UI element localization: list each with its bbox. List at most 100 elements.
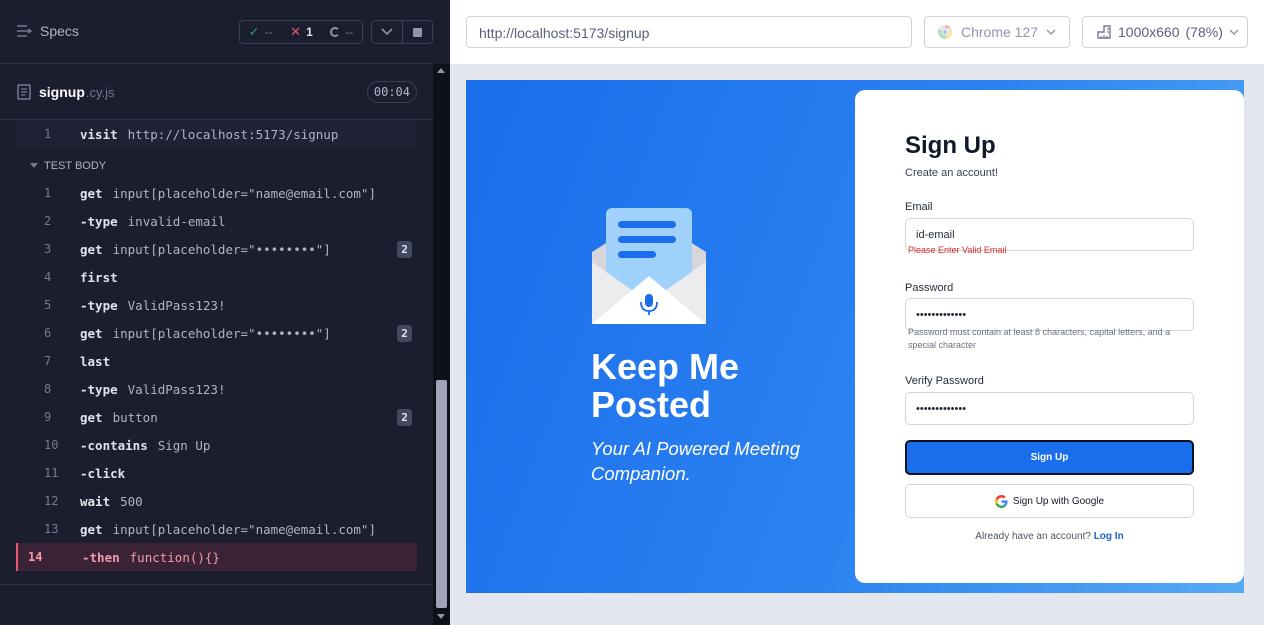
spec-ext: .cy.js — [85, 84, 115, 100]
chevron-down-icon — [381, 28, 393, 36]
hero-title: Keep Me Posted — [591, 346, 740, 425]
command-row[interactable]: 8 -type ValidPass123! — [16, 375, 417, 403]
signup-button[interactable]: Sign Up — [905, 440, 1194, 475]
caret-down-icon — [30, 163, 38, 168]
test-body-header[interactable]: TEST BODY — [30, 160, 106, 172]
command-number: 7 — [44, 354, 52, 368]
element-count-badge: 2 — [397, 325, 412, 342]
command-name: -type — [80, 381, 118, 397]
command-number: 2 — [44, 214, 52, 228]
command-row[interactable]: 5 -type ValidPass123! — [16, 291, 417, 319]
command-row[interactable]: 9 get button 2 — [16, 403, 417, 431]
command-row[interactable]: 2 -type invalid-email — [16, 207, 417, 235]
login-prompt: Already have an account? Log In — [855, 531, 1244, 542]
command-row[interactable]: 13 get input[placeholder="name@email.com"] — [16, 515, 417, 543]
command-number: 1 — [44, 127, 52, 141]
command-arg: http://localhost:5173/signup — [127, 126, 339, 142]
command-name: visit — [80, 126, 118, 142]
password-hint: Password must contain at least 8 charact… — [908, 327, 1171, 350]
hero-subtitle: Your AI Powered Meeting Companion. — [591, 438, 801, 484]
command-arg: input[placeholder="name@email.com"] — [112, 521, 376, 537]
command-name: get — [80, 241, 103, 257]
stop-icon — [412, 27, 422, 37]
spec-header: signup .cy.js 00:04 — [0, 64, 433, 120]
command-number: 8 — [44, 382, 52, 396]
collapse-button[interactable] — [372, 21, 402, 43]
command-name: last — [80, 353, 111, 369]
command-name: -click — [80, 465, 126, 481]
form-subtitle: Create an account! — [905, 167, 998, 179]
command-arg: ValidPass123! — [127, 381, 226, 397]
google-button-label: Sign Up with Google — [1012, 495, 1105, 507]
form-title: Sign Up — [905, 132, 996, 159]
command-name: wait — [80, 493, 111, 509]
command-row[interactable]: 10 -contains Sign Up — [16, 431, 417, 459]
command-row[interactable]: 3 get input[placeholder="••••••••"] 2 — [16, 235, 417, 263]
command-arg: Sign Up — [157, 437, 211, 453]
specs-link[interactable]: Specs — [16, 23, 79, 39]
command-row[interactable]: 6 get input[placeholder="••••••••"] 2 — [16, 319, 417, 347]
command-arg: 500 — [120, 493, 143, 509]
command-arg: input[placeholder="••••••••"] — [112, 325, 331, 341]
command-number: 12 — [44, 494, 59, 508]
command-name: -contains — [80, 437, 148, 453]
browser-label: Chrome 127 — [961, 24, 1039, 40]
divider — [0, 584, 433, 585]
command-row[interactable]: 7 last — [16, 347, 417, 375]
command-arg: button — [112, 409, 158, 425]
login-prompt-text: Already have an account? — [975, 531, 1091, 542]
app-under-test: Keep Me Posted Your AI Powered Meeting C… — [466, 80, 1244, 593]
command-number: 5 — [44, 298, 52, 312]
login-link[interactable]: Log In — [1094, 531, 1124, 542]
email-label: Email — [905, 201, 933, 213]
command-row-visit[interactable]: 1 visit http://localhost:5173/signup — [16, 120, 417, 148]
verify-password-label: Verify Password — [905, 375, 984, 387]
element-count-badge: 2 — [397, 241, 412, 258]
runner-topbar: Specs ✓ -- ✕ 1 -- — [0, 0, 433, 64]
command-name: get — [80, 325, 103, 341]
google-signup-button[interactable]: Sign Up with Google — [905, 484, 1194, 518]
specs-menu-icon — [17, 25, 32, 37]
chevron-down-icon — [1229, 29, 1239, 35]
browser-selector[interactable]: Chrome 127 — [924, 16, 1070, 48]
passed-stat: ✓ -- — [248, 24, 273, 39]
viewport-zoom: (78%) — [1185, 24, 1223, 40]
command-name: -then — [82, 549, 120, 565]
command-name: first — [80, 269, 118, 285]
url-bar[interactable]: http://localhost:5173/signup — [466, 16, 912, 48]
command-number: 10 — [44, 438, 59, 452]
command-name: get — [80, 185, 103, 201]
pending-stat: -- — [330, 25, 353, 39]
scroll-up-arrow-icon[interactable] — [437, 68, 445, 73]
check-icon: ✓ — [248, 24, 260, 39]
command-number: 11 — [44, 466, 59, 480]
envelope-microphone-icon — [592, 208, 706, 324]
command-number: 4 — [44, 270, 52, 284]
command-arg: ValidPass123! — [127, 297, 226, 313]
ruler-icon — [1097, 25, 1111, 39]
stop-button[interactable] — [401, 21, 433, 43]
password-label: Password — [905, 282, 954, 294]
command-arg: function(){} — [129, 549, 220, 565]
chrome-icon — [938, 25, 952, 39]
command-arg: invalid-email — [127, 213, 226, 229]
command-row[interactable]: 12 wait 500 — [16, 487, 417, 515]
command-arg: input[placeholder="••••••••"] — [112, 241, 331, 257]
specs-label: Specs — [40, 23, 79, 39]
command-name: -type — [80, 297, 118, 313]
scrollbar-thumb[interactable] — [436, 380, 447, 608]
command-row[interactable]: 4 first — [16, 263, 417, 291]
command-log-panel: Specs ✓ -- ✕ 1 -- signup .cy.js 00:04 1 … — [0, 0, 450, 625]
command-name: get — [80, 409, 103, 425]
command-row[interactable]: 11 -click — [16, 459, 417, 487]
chevron-down-icon — [1046, 29, 1056, 35]
command-row[interactable]: 1 get input[placeholder="name@email.com"] — [16, 179, 417, 207]
command-number: 13 — [44, 522, 59, 536]
verify-password-field[interactable]: ••••••••••••• — [905, 392, 1194, 425]
viewport-selector[interactable]: 1000x660 (78%) — [1082, 16, 1248, 48]
spec-file[interactable]: signup .cy.js — [17, 84, 115, 100]
spinner-icon — [330, 27, 341, 37]
signup-card: Sign Up Create an account! Email id-emai… — [855, 90, 1244, 583]
scroll-down-arrow-icon[interactable] — [437, 614, 445, 619]
command-row[interactable]: 14 -then function(){} — [16, 543, 417, 571]
